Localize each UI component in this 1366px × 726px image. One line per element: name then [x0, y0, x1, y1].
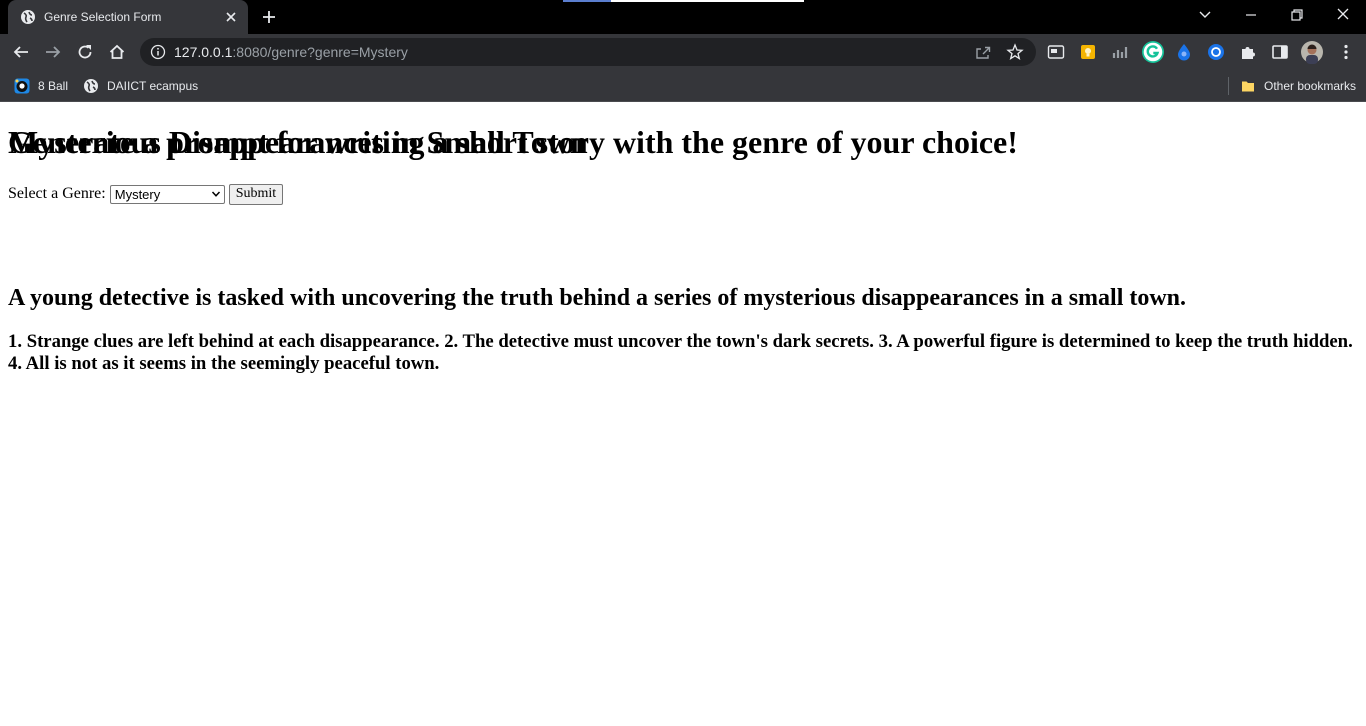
restore-icon[interactable]: [1286, 6, 1308, 24]
genre-select-label: Select a Genre:: [8, 185, 106, 202]
url-text[interactable]: 127.0.0.1:8080/genre?genre=Mystery: [174, 44, 408, 60]
site-info-icon[interactable]: [150, 44, 166, 60]
bookmarks-bar: 8 Ball DAIICT ecampus Other bookmarks: [0, 70, 1366, 102]
tab-search-icon[interactable]: [1194, 6, 1216, 24]
story-summary: A young detective is tasked with uncover…: [8, 285, 1187, 311]
reload-icon[interactable]: [76, 43, 94, 61]
tab-preview-extension-icon[interactable]: [1046, 42, 1066, 62]
back-icon[interactable]: [12, 43, 30, 61]
address-bar[interactable]: 127.0.0.1:8080/genre?genre=Mystery: [140, 38, 1036, 66]
stats-extension-icon[interactable]: [1110, 42, 1130, 62]
forward-icon[interactable]: [44, 43, 62, 61]
bookmark-daiict-ecampus[interactable]: DAIICT ecampus: [83, 76, 198, 96]
notes-extension-icon[interactable]: [1078, 42, 1098, 62]
magic-8-ball-icon: [14, 78, 30, 94]
close-window-icon[interactable]: [1332, 6, 1354, 24]
side-panel-icon[interactable]: [1270, 42, 1290, 62]
bookmark-label: DAIICT ecampus: [107, 79, 199, 93]
drop-extension-icon[interactable]: [1174, 42, 1194, 62]
target-extension-icon[interactable]: [1206, 42, 1226, 62]
other-bookmarks-label: Other bookmarks: [1264, 79, 1357, 93]
genre-select-value: Mystery: [114, 186, 161, 202]
bookmark-star-icon[interactable]: [1006, 43, 1024, 61]
story-title: Mysterious Disappearances in Small Town: [8, 124, 588, 160]
story-plot-points: 1. Strange clues are left behind at each…: [8, 331, 1353, 374]
minimize-icon[interactable]: [1240, 6, 1262, 24]
globe-icon: [21, 10, 35, 24]
url-path: :8080/genre?genre=Mystery: [232, 44, 408, 60]
menu-kebab-icon[interactable]: [1336, 42, 1356, 62]
tab-title: Genre Selection Form: [44, 10, 162, 24]
bookmark-label: 8 Ball: [38, 79, 69, 93]
genre-select[interactable]: Mystery: [109, 184, 225, 204]
other-bookmarks-folder[interactable]: Other bookmarks: [1240, 76, 1356, 96]
home-icon[interactable]: [108, 43, 126, 61]
extensions-puzzle-icon[interactable]: [1238, 42, 1258, 62]
window-accent-strip: [563, 0, 804, 2]
bookmarks-divider: [1228, 77, 1229, 95]
submit-button[interactable]: Submit: [228, 183, 284, 205]
bookmark-8-ball[interactable]: 8 Ball: [14, 76, 68, 96]
browser-titlebar: Genre Selection Form: [0, 0, 1366, 34]
chevron-down-icon: [211, 191, 220, 197]
new-tab-icon[interactable]: [260, 8, 278, 26]
close-tab-icon[interactable]: [222, 8, 240, 26]
profile-avatar-icon[interactable]: [1300, 40, 1324, 64]
url-host: 127.0.0.1: [174, 44, 233, 60]
globe-icon: [84, 79, 98, 93]
browser-tab-active[interactable]: Genre Selection Form: [8, 0, 248, 34]
grammarly-extension-icon[interactable]: [1141, 40, 1165, 64]
folder-icon: [1242, 81, 1254, 92]
share-icon[interactable]: [974, 43, 992, 61]
genre-form: Select a Genre: Mystery Submit: [8, 183, 284, 205]
page-content: Generate a prompt for writing a short st…: [0, 103, 1366, 726]
browser-toolbar: 127.0.0.1:8080/genre?genre=Mystery: [0, 34, 1366, 70]
